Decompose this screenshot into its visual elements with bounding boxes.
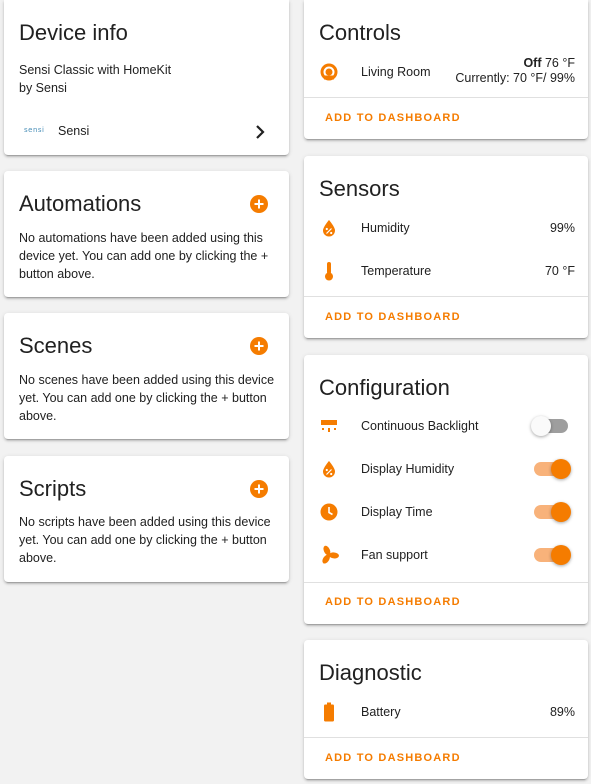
integration-label: Sensi <box>58 124 90 138</box>
device-info-title: Device info <box>19 20 128 45</box>
water-percent-icon <box>319 459 339 479</box>
entity-row-temperature[interactable]: Temperature 70 °F <box>304 253 588 289</box>
entity-value: 99% <box>549 221 575 235</box>
add-to-dashboard-button[interactable]: ADD TO DASHBOARD <box>325 752 461 764</box>
plus-circle-icon[interactable] <box>250 195 268 213</box>
add-to-dashboard-button[interactable]: ADD TO DASHBOARD <box>325 311 461 323</box>
controls-card: Controls Living Room Off 76 °F Currently… <box>304 0 588 139</box>
plus-circle-icon[interactable] <box>250 337 268 355</box>
entity-row-display-time: Display Time <box>304 494 588 530</box>
automations-title: Automations <box>19 191 142 216</box>
fan-icon <box>319 545 339 565</box>
diagnostic-card: Diagnostic Battery 89% ADD TO DASHBOARD <box>304 640 588 779</box>
automations-empty-text: No automations have been added using thi… <box>19 231 269 281</box>
entity-label: Battery <box>361 705 401 719</box>
divider <box>304 296 588 297</box>
chevron-right-icon <box>255 125 265 144</box>
thermometer-icon <box>319 261 339 281</box>
toggle-switch[interactable] <box>534 502 571 522</box>
sensi-logo-icon: sensi <box>24 126 45 134</box>
entity-label: Display Humidity <box>361 462 455 476</box>
divider <box>304 97 588 98</box>
toggle-switch[interactable] <box>534 459 571 479</box>
entity-value: 89% <box>549 705 575 719</box>
entity-label: Living Room <box>361 65 431 79</box>
entity-label: Continuous Backlight <box>361 419 479 433</box>
toggle-knob <box>551 545 571 565</box>
configuration-title: Configuration <box>319 375 450 400</box>
entity-label: Fan support <box>361 548 428 562</box>
scripts-empty-text: No scripts have been added using this de… <box>19 515 271 565</box>
hvac-mode: Off <box>523 56 542 70</box>
scripts-title: Scripts <box>19 476 87 501</box>
entity-row-humidity[interactable]: Humidity 99% <box>304 210 588 246</box>
plus-circle-icon[interactable] <box>250 480 268 498</box>
add-to-dashboard-button[interactable]: ADD TO DASHBOARD <box>325 596 461 608</box>
controls-title: Controls <box>319 20 401 45</box>
current-readings: Currently: 70 °F/ 99% <box>455 71 575 85</box>
configuration-card: Configuration Continuous Backlight Displ… <box>304 355 588 624</box>
entity-row-living-room[interactable]: Living Room Off 76 °F Currently: 70 °F/ … <box>304 54 588 90</box>
scenes-title: Scenes <box>19 333 93 358</box>
target-temperature: 76 °F <box>544 56 575 70</box>
device-info-card: Device info Sensi Classic with HomeKit b… <box>4 0 289 155</box>
entity-label: Display Time <box>361 505 433 519</box>
entity-row-fan-support: Fan support <box>304 537 588 573</box>
entity-row-battery[interactable]: Battery 89% <box>304 694 588 730</box>
scenes-empty-text: No scenes have been added using this dev… <box>19 373 275 423</box>
divider <box>304 737 588 738</box>
divider <box>304 582 588 583</box>
entity-label: Temperature <box>361 264 432 278</box>
entity-label: Humidity <box>361 221 410 235</box>
automations-card: Automations No automations have been add… <box>4 171 289 297</box>
toggle-knob <box>551 459 571 479</box>
entity-row-display-humidity: Display Humidity <box>304 451 588 487</box>
integration-row[interactable]: sensi Sensi <box>4 117 289 147</box>
sensors-title: Sensors <box>319 176 400 201</box>
device-manufacturer: by Sensi <box>19 81 67 95</box>
thermostat-state: Off 76 °F Currently: 70 °F/ 99% <box>455 56 575 86</box>
scripts-card: Scripts No scripts have been added using… <box>4 456 289 582</box>
toggle-switch[interactable] <box>534 545 571 565</box>
water-percent-icon <box>319 218 339 238</box>
scenes-card: Scenes No scenes have been added using t… <box>4 313 289 439</box>
device-model: Sensi Classic with HomeKit <box>19 63 172 77</box>
toggle-knob <box>531 416 551 436</box>
clock-icon <box>319 502 339 522</box>
toggle-knob <box>551 502 571 522</box>
diagnostic-title: Diagnostic <box>319 660 422 685</box>
add-to-dashboard-button[interactable]: ADD TO DASHBOARD <box>325 112 461 124</box>
battery-icon <box>319 702 339 722</box>
entity-value: 70 °F <box>544 264 575 278</box>
sensors-card: Sensors Humidity 99% Temperature 70 °F A… <box>304 156 588 338</box>
backlight-icon <box>319 416 339 436</box>
toggle-switch[interactable] <box>531 416 568 436</box>
thermostat-icon <box>319 62 339 82</box>
entity-row-continuous-backlight: Continuous Backlight <box>304 408 588 444</box>
